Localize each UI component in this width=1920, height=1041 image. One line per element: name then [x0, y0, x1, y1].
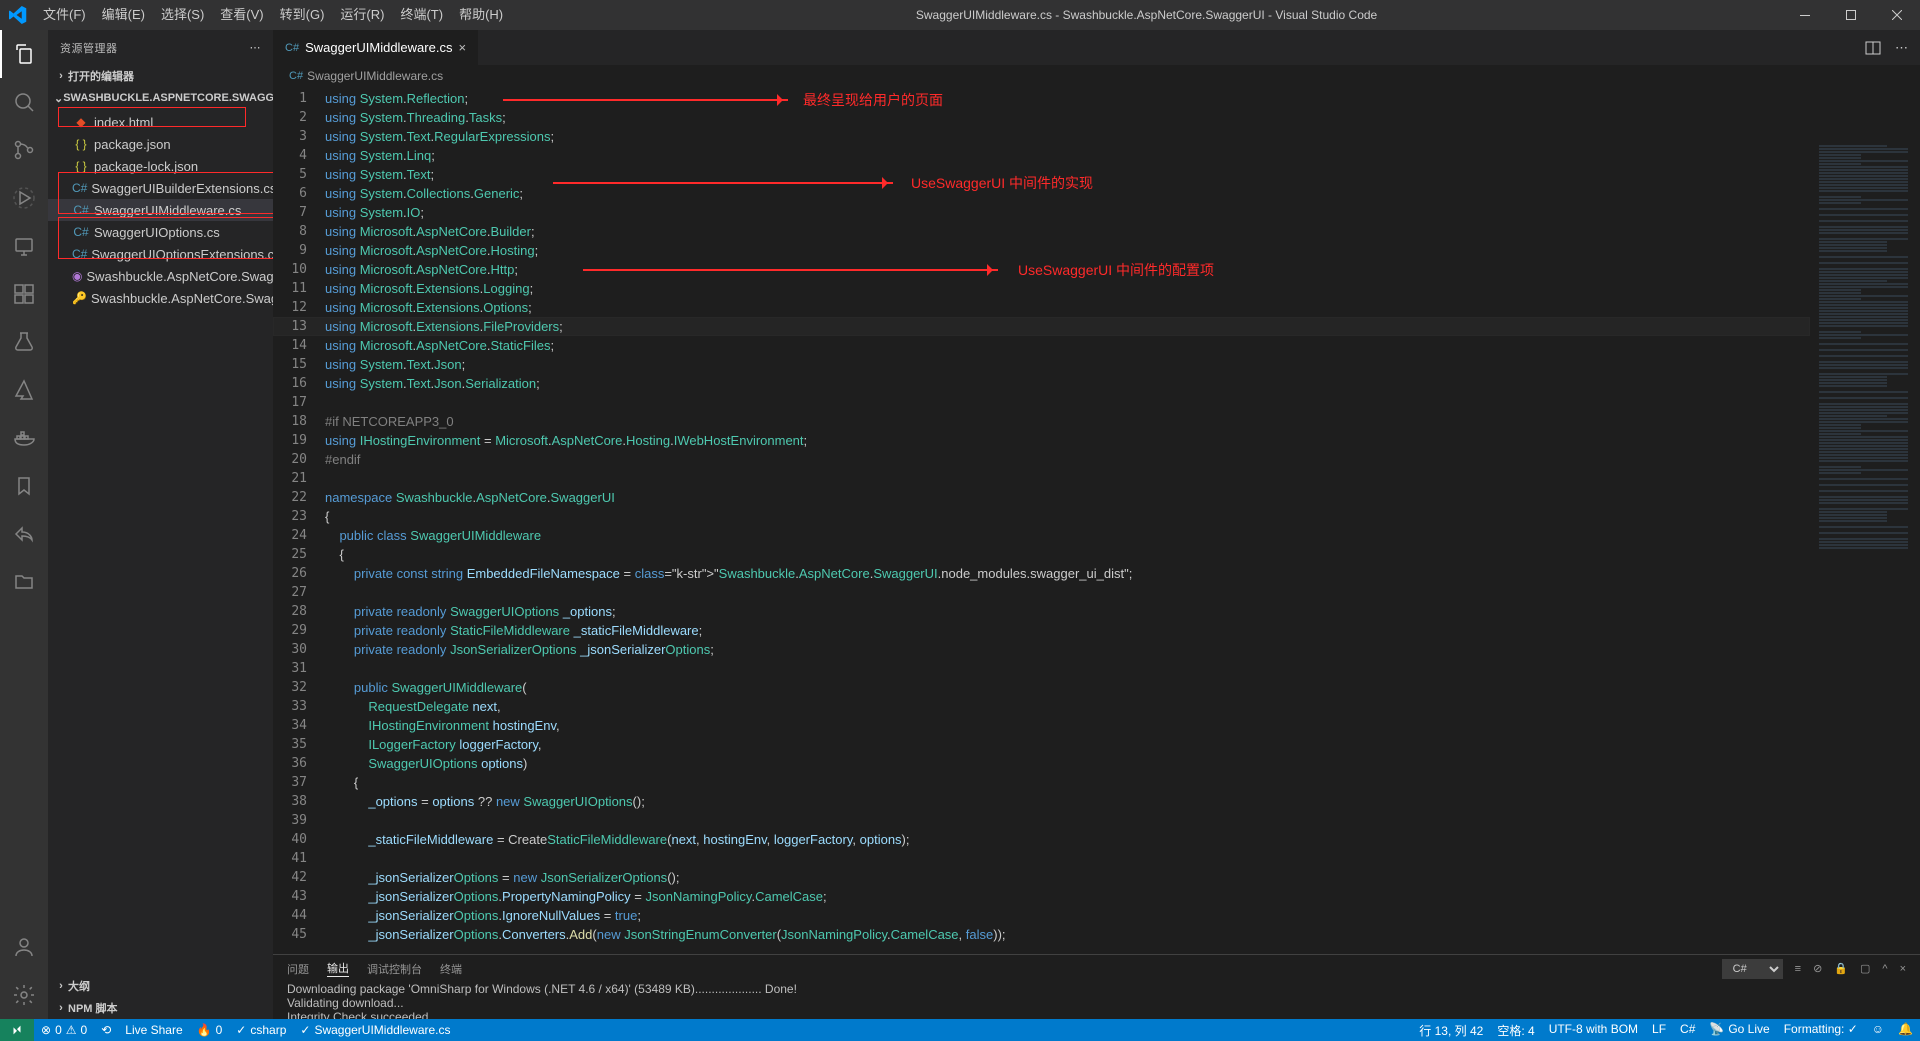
panel-tab-terminal[interactable]: 终端 [440, 961, 462, 977]
status-spaces[interactable]: 空格: 4 [1490, 1022, 1541, 1039]
annotation-arrow-2 [553, 182, 893, 184]
editor-area: C# SwaggerUIMiddleware.cs × ⋯ C# Swagger… [273, 30, 1920, 1019]
open-editors-header[interactable]: ›打开的编辑器 [48, 65, 273, 87]
search-tab[interactable] [0, 78, 48, 126]
code-content[interactable]: using System.Reflection;using System.Thr… [325, 87, 1920, 954]
file-tree: ◆index.html { }package.json { }package-l… [48, 109, 273, 311]
minimize-button[interactable] [1782, 0, 1828, 30]
annotation-text-2: UseSwaggerUI 中间件的实现 [911, 173, 1093, 193]
settings-icon[interactable] [0, 971, 48, 1019]
debug-tab[interactable] [0, 174, 48, 222]
status-formatting[interactable]: Formatting: ✓ [1777, 1022, 1865, 1036]
status-golive[interactable]: 📡 Go Live [1702, 1022, 1776, 1036]
remote-indicator[interactable] [0, 1019, 34, 1041]
project-tab[interactable] [0, 558, 48, 606]
annotation-text-1: 最终呈现给用户的页面 [803, 90, 943, 110]
npm-scripts-header[interactable]: ›NPM 脚本 [48, 997, 273, 1019]
test-tab[interactable] [0, 318, 48, 366]
explorer-sidebar: 资源管理器 ⋯ ›打开的编辑器 ⌄SWASHBUCKLE.ASPNETCORE.… [48, 30, 273, 1019]
status-eol[interactable]: LF [1645, 1022, 1673, 1036]
file-builder-extensions[interactable]: C#SwaggerUIBuilderExtensions.cs [48, 177, 273, 199]
account-icon[interactable] [0, 923, 48, 971]
sidebar-more-icon[interactable]: ⋯ [250, 41, 262, 54]
menu-go[interactable]: 转到(G) [272, 0, 333, 30]
editor-more-icon[interactable]: ⋯ [1895, 40, 1908, 56]
project-header[interactable]: ⌄SWASHBUCKLE.ASPNETCORE.SWAGGERUI [48, 87, 273, 109]
status-broadcast[interactable]: ⟲ [94, 1019, 118, 1041]
status-flame[interactable]: 🔥 0 [190, 1019, 230, 1041]
panel-open-icon[interactable]: ▢ [1860, 962, 1870, 975]
status-encoding[interactable]: UTF-8 with BOM [1542, 1022, 1645, 1036]
status-lang[interactable]: C# [1673, 1022, 1702, 1036]
file-package-lock-json[interactable]: { }package-lock.json [48, 155, 273, 177]
menu-view[interactable]: 查看(V) [212, 0, 271, 30]
file-options[interactable]: C#SwaggerUIOptions.cs [48, 221, 273, 243]
menu-run[interactable]: 运行(R) [332, 0, 392, 30]
panel-maximize-icon[interactable]: ^ [1882, 963, 1887, 975]
outline-header[interactable]: ›大纲 [48, 975, 273, 997]
status-problems[interactable]: ⊗ 0 ⚠ 0 [34, 1019, 94, 1041]
menu-file[interactable]: 文件(F) [35, 0, 94, 30]
file-package-json[interactable]: { }package.json [48, 133, 273, 155]
status-csharp[interactable]: ✓ csharp [229, 1019, 293, 1041]
remote-tab[interactable] [0, 222, 48, 270]
breadcrumb[interactable]: C# SwaggerUIMiddleware.cs [273, 65, 1920, 87]
menu-bar: 文件(F) 编辑(E) 选择(S) 查看(V) 转到(G) 运行(R) 终端(T… [35, 0, 511, 30]
menu-edit[interactable]: 编辑(E) [94, 0, 153, 30]
azure-tab[interactable] [0, 366, 48, 414]
status-file[interactable]: ✓ SwaggerUIMiddleware.cs [293, 1019, 457, 1041]
panel-tab-problems[interactable]: 问题 [287, 961, 309, 977]
activity-bar [0, 30, 48, 1019]
window-title: SwaggerUIMiddleware.cs - Swashbuckle.Asp… [511, 8, 1782, 22]
close-button[interactable] [1874, 0, 1920, 30]
bookmark-tab[interactable] [0, 462, 48, 510]
status-liveshare[interactable]: Live Share [118, 1019, 189, 1041]
app-icon [0, 6, 35, 24]
minimap[interactable] [1815, 144, 1920, 954]
output-channel-select[interactable]: C# [1722, 959, 1783, 979]
file-snk[interactable]: 🔑Swashbuckle.AspNetCore.SwaggerUI.snk [48, 287, 273, 309]
panel-tab-debug[interactable]: 调试控制台 [367, 961, 422, 977]
extensions-tab[interactable] [0, 270, 48, 318]
tab-middleware[interactable]: C# SwaggerUIMiddleware.cs × [273, 30, 479, 65]
status-lncol[interactable]: 行 13, 列 42 [1412, 1022, 1490, 1039]
annotation-arrow-1 [503, 99, 788, 101]
scm-tab[interactable] [0, 126, 48, 174]
menu-selection[interactable]: 选择(S) [153, 0, 212, 30]
explorer-tab[interactable] [0, 30, 48, 78]
output-content[interactable]: Downloading package 'OmniSharp for Windo… [273, 982, 1920, 1019]
title-bar: 文件(F) 编辑(E) 选择(S) 查看(V) 转到(G) 运行(R) 终端(T… [0, 0, 1920, 30]
window-controls [1782, 0, 1920, 30]
editor-tabs: C# SwaggerUIMiddleware.cs × ⋯ [273, 30, 1920, 65]
panel-clear-icon[interactable]: ⊘ [1813, 962, 1822, 975]
file-middleware[interactable]: C#SwaggerUIMiddleware.cs [48, 199, 273, 221]
panel-lock-icon[interactable]: 🔒 [1834, 962, 1848, 975]
maximize-button[interactable] [1828, 0, 1874, 30]
menu-help[interactable]: 帮助(H) [451, 0, 511, 30]
status-feedback[interactable]: ☺ [1865, 1022, 1891, 1036]
tab-close-icon[interactable]: × [458, 40, 466, 55]
line-numbers: 1234567891011121314151617181920212223242… [273, 87, 325, 954]
menu-terminal[interactable]: 终端(T) [392, 0, 451, 30]
file-options-extensions[interactable]: C#SwaggerUIOptionsExtensions.cs [48, 243, 273, 265]
liveshare-tab[interactable] [0, 510, 48, 558]
file-csproj[interactable]: ◉Swashbuckle.AspNetCore.SwaggerUI.csp… [48, 265, 273, 287]
split-editor-icon[interactable] [1865, 40, 1881, 56]
docker-tab[interactable] [0, 414, 48, 462]
status-bell[interactable]: 🔔 [1891, 1022, 1920, 1036]
panel-list-icon[interactable]: ≡ [1795, 963, 1801, 975]
bottom-panel: 问题 输出 调试控制台 终端 C# ≡ ⊘ 🔒 ▢ ^ × Downloadin… [273, 954, 1920, 1019]
annotation-arrow-3 [583, 269, 998, 271]
file-index-html[interactable]: ◆index.html [48, 111, 273, 133]
sidebar-title: 资源管理器 ⋯ [48, 30, 273, 65]
panel-close-icon[interactable]: × [1900, 963, 1906, 975]
panel-tab-output[interactable]: 输出 [327, 960, 349, 977]
annotation-text-3: UseSwaggerUI 中间件的配置项 [1018, 260, 1214, 280]
status-bar: ⊗ 0 ⚠ 0 ⟲ Live Share 🔥 0 ✓ csharp ✓ Swag… [0, 1019, 1920, 1041]
